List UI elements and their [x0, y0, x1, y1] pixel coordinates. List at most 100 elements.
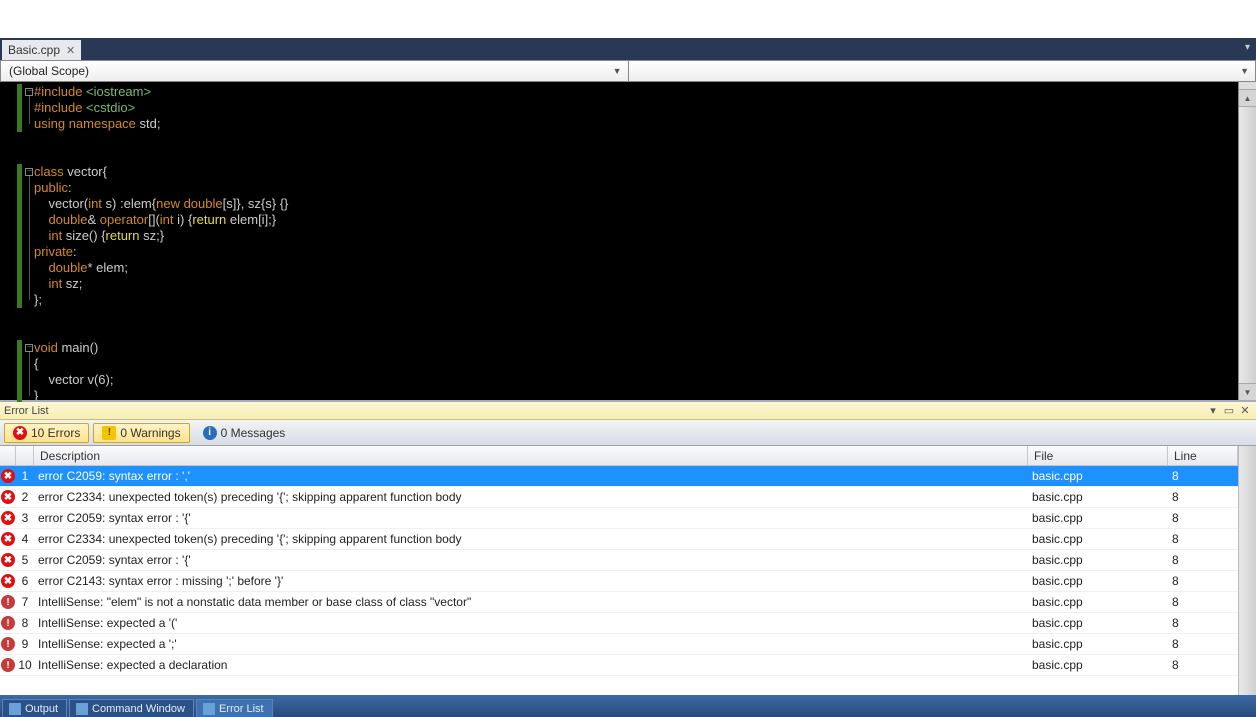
code-editor[interactable]: #include <iostream>#include <cstdio>usin… [0, 82, 1256, 400]
change-indicator [17, 164, 22, 308]
error-row[interactable]: !7IntelliSense: "elem" is not a nonstati… [0, 592, 1238, 613]
error-file: basic.cpp [1028, 658, 1168, 672]
col-header-icon[interactable] [0, 446, 16, 465]
error-grid-scrollbar[interactable] [1238, 446, 1256, 695]
error-row-number: 4 [16, 532, 34, 546]
tab-overflow-icon[interactable]: ▾ [1245, 42, 1250, 53]
col-header-description[interactable]: Description [34, 446, 1028, 465]
scope-dropdown-right[interactable]: ▼ [629, 61, 1256, 81]
error-line: 8 [1168, 511, 1238, 525]
error-file: basic.cpp [1028, 553, 1168, 567]
error-row[interactable]: ✖4error C2334: unexpected token(s) prece… [0, 529, 1238, 550]
error-description: error C2334: unexpected token(s) precedi… [34, 490, 1028, 504]
chevron-down-icon: ▼ [613, 66, 622, 76]
filter-errors-button[interactable]: ✖ 10 Errors [4, 423, 89, 443]
error-row[interactable]: ✖5error C2059: syntax error : '{'basic.c… [0, 550, 1238, 571]
col-header-num[interactable] [16, 446, 34, 465]
error-icon: ✖ [13, 426, 27, 440]
error-icon: ✖ [1, 574, 15, 588]
error-row-number: 10 [16, 658, 34, 672]
error-row-number: 5 [16, 553, 34, 567]
chevron-down-icon: ▼ [1240, 66, 1249, 76]
error-file: basic.cpp [1028, 469, 1168, 483]
change-indicator [17, 84, 22, 132]
error-grid-body[interactable]: ✖1error C2059: syntax error : ','basic.c… [0, 466, 1238, 695]
panel-icon [203, 703, 215, 715]
error-row-number: 1 [16, 469, 34, 483]
error-description: error C2059: syntax error : ',' [34, 469, 1028, 483]
editor-gutter[interactable] [0, 82, 34, 400]
error-row-number: 8 [16, 616, 34, 630]
outline-collapse-icon[interactable] [25, 344, 33, 352]
error-description: error C2143: syntax error : missing ';' … [34, 574, 1028, 588]
split-handle[interactable] [1239, 82, 1256, 90]
error-file: basic.cpp [1028, 490, 1168, 504]
outline-collapse-icon[interactable] [25, 88, 33, 96]
error-line: 8 [1168, 490, 1238, 504]
error-file: basic.cpp [1028, 637, 1168, 651]
code-area[interactable]: #include <iostream>#include <cstdio>usin… [34, 82, 1238, 400]
error-line: 8 [1168, 658, 1238, 672]
scroll-up-icon[interactable]: ▲ [1239, 90, 1256, 107]
intellisense-icon: ! [1, 616, 15, 630]
intellisense-icon: ! [1, 658, 15, 672]
navigation-scope-bar: (Global Scope) ▼ ▼ [0, 60, 1256, 82]
error-description: IntelliSense: expected a '(' [34, 616, 1028, 630]
error-row-number: 3 [16, 511, 34, 525]
filter-warnings-label: 0 Warnings [120, 426, 180, 440]
error-line: 8 [1168, 595, 1238, 609]
pin-icon[interactable]: ▭ [1222, 404, 1236, 417]
error-row[interactable]: !9IntelliSense: expected a ';'basic.cpp8 [0, 634, 1238, 655]
error-row[interactable]: ✖1error C2059: syntax error : ','basic.c… [0, 466, 1238, 487]
error-row-number: 7 [16, 595, 34, 609]
bottom-tab-error-list[interactable]: Error List [196, 699, 273, 717]
error-icon: ✖ [1, 511, 15, 525]
info-icon: i [203, 426, 217, 440]
error-file: basic.cpp [1028, 616, 1168, 630]
error-file: basic.cpp [1028, 574, 1168, 588]
error-row[interactable]: ✖3error C2059: syntax error : '{'basic.c… [0, 508, 1238, 529]
error-line: 8 [1168, 532, 1238, 546]
document-tab-active[interactable]: Basic.cpp ✕ [2, 40, 81, 60]
error-file: basic.cpp [1028, 595, 1168, 609]
scope-left-value: (Global Scope) [9, 64, 89, 78]
close-icon[interactable]: ✕ [66, 44, 75, 57]
error-row[interactable]: ✖6error C2143: syntax error : missing ';… [0, 571, 1238, 592]
error-description: error C2059: syntax error : '{' [34, 511, 1028, 525]
filter-errors-label: 10 Errors [31, 426, 80, 440]
error-description: IntelliSense: expected a ';' [34, 637, 1028, 651]
error-line: 8 [1168, 469, 1238, 483]
filter-messages-button[interactable]: i 0 Messages [194, 423, 295, 443]
error-description: IntelliSense: expected a declaration [34, 658, 1028, 672]
scope-dropdown-left[interactable]: (Global Scope) ▼ [1, 61, 629, 81]
error-line: 8 [1168, 637, 1238, 651]
document-tab-strip: Basic.cpp ✕ ▾ [0, 38, 1256, 60]
intellisense-icon: ! [1, 595, 15, 609]
error-list-title: Error List [4, 405, 49, 417]
outline-collapse-icon[interactable] [25, 168, 33, 176]
close-icon[interactable]: ✕ [1238, 404, 1252, 417]
change-indicator [17, 340, 22, 404]
error-icon: ✖ [1, 469, 15, 483]
bottom-tab-output[interactable]: Output [2, 699, 67, 717]
error-row[interactable]: ✖2error C2334: unexpected token(s) prece… [0, 487, 1238, 508]
error-list-titlebar[interactable]: Error List ▾ ▭ ✕ [0, 402, 1256, 420]
panel-menu-icon[interactable]: ▾ [1206, 404, 1220, 417]
error-description: IntelliSense: "elem" is not a nonstatic … [34, 595, 1028, 609]
error-grid-header[interactable]: Description File Line [0, 446, 1238, 466]
window-top-blank [0, 0, 1256, 38]
error-file: basic.cpp [1028, 532, 1168, 546]
bottom-tab-command-window[interactable]: Command Window [69, 699, 194, 717]
error-icon: ✖ [1, 490, 15, 504]
col-header-file[interactable]: File [1028, 446, 1168, 465]
error-row[interactable]: !8IntelliSense: expected a '('basic.cpp8 [0, 613, 1238, 634]
error-icon: ✖ [1, 532, 15, 546]
filter-warnings-button[interactable]: 0 Warnings [93, 423, 189, 443]
error-row-number: 6 [16, 574, 34, 588]
panel-icon [9, 703, 21, 715]
editor-vertical-scrollbar[interactable]: ▲ ▼ [1238, 82, 1256, 400]
col-header-line[interactable]: Line [1168, 446, 1238, 465]
error-row[interactable]: !10IntelliSense: expected a declarationb… [0, 655, 1238, 676]
error-line: 8 [1168, 574, 1238, 588]
scroll-down-icon[interactable]: ▼ [1239, 383, 1256, 400]
